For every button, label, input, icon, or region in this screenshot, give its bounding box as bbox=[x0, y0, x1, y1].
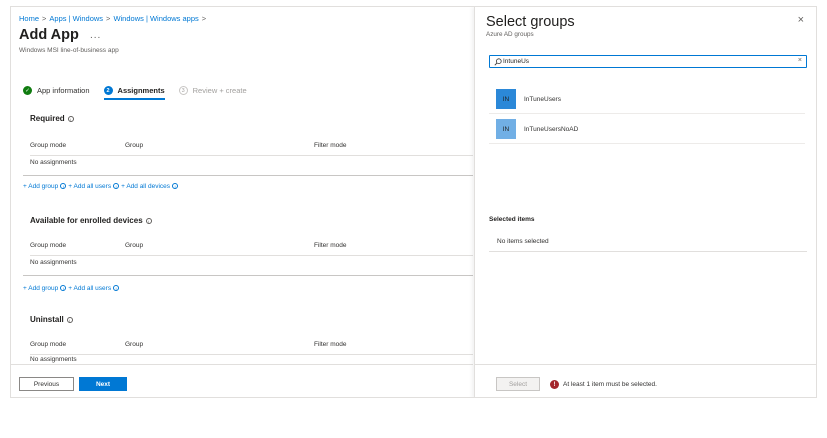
add-group-link[interactable]: + Add group bbox=[23, 183, 58, 190]
empty-state: No assignments bbox=[30, 356, 77, 363]
section-title-available: Available for enrolled devices i bbox=[30, 216, 152, 225]
empty-state: No assignments bbox=[30, 259, 77, 266]
panel-footer: Select ! At least 1 item must be selecte… bbox=[475, 364, 816, 397]
group-result-intuneusers[interactable]: IN InTuneUsers bbox=[489, 85, 805, 114]
group-result-intuneusersnoad[interactable]: IN InTuneUsersNoAD bbox=[489, 115, 805, 144]
add-all-users-link[interactable]: + Add all users bbox=[68, 183, 111, 190]
required-add-links: + Add group i + Add all users i + Add all de… bbox=[23, 183, 180, 190]
group-name: InTuneUsers bbox=[524, 95, 561, 103]
section-title-uninstall: Uninstall i bbox=[30, 315, 73, 324]
column-filter-mode: Filter mode bbox=[314, 341, 347, 348]
empty-state: No assignments bbox=[30, 159, 77, 166]
close-icon[interactable]: × bbox=[798, 14, 804, 26]
validation-message: At least 1 item must be selected. bbox=[563, 381, 657, 388]
step-review-create[interactable]: 3 Review + create bbox=[178, 86, 247, 95]
wizard-footer: Previous Next bbox=[11, 364, 473, 397]
step-label: Assignments bbox=[117, 86, 165, 95]
table-row: No assignments bbox=[30, 154, 473, 174]
panel-title: Select groups bbox=[486, 14, 575, 30]
section-title-text: Available for enrolled devices bbox=[30, 216, 143, 225]
page-subtitle: Windows MSI line-of-business app bbox=[19, 47, 119, 54]
info-icon[interactable]: i bbox=[60, 183, 67, 189]
selected-items-empty: No items selected bbox=[489, 231, 807, 252]
info-icon[interactable]: i bbox=[113, 285, 120, 291]
step-label: App information bbox=[37, 86, 90, 95]
select-groups-panel: Select groups Azure AD groups × × IN InT… bbox=[474, 7, 816, 397]
search-icon bbox=[492, 56, 503, 67]
breadcrumb-separator: > bbox=[201, 14, 207, 23]
available-add-links: + Add group i + Add all users i bbox=[23, 285, 121, 292]
breadcrumb-separator: > bbox=[42, 14, 47, 23]
step-number-icon: 2 bbox=[103, 86, 113, 95]
column-group: Group bbox=[125, 242, 144, 249]
section-title-required: Required i bbox=[30, 114, 74, 123]
info-icon[interactable]: i bbox=[145, 218, 152, 224]
table-header: Group mode Group Filter mode bbox=[30, 236, 473, 256]
column-group: Group bbox=[125, 341, 144, 348]
breadcrumb-apps-windows[interactable]: Apps | Windows bbox=[49, 14, 103, 23]
section-title-text: Uninstall bbox=[30, 315, 64, 324]
divider bbox=[23, 275, 473, 276]
breadcrumb-windows-apps[interactable]: Windows | Windows apps bbox=[113, 14, 198, 23]
divider bbox=[23, 175, 473, 176]
column-group: Group bbox=[125, 142, 144, 149]
table-header: Group mode Group Filter mode bbox=[30, 136, 473, 156]
wizard-steps: ✓ App information 2 Assignments 3 Review… bbox=[23, 86, 261, 100]
step-assignments[interactable]: 2 Assignments bbox=[103, 86, 165, 100]
column-group-mode: Group mode bbox=[30, 341, 67, 348]
select-button[interactable]: Select bbox=[496, 377, 540, 391]
panel-subtitle: Azure AD groups bbox=[486, 31, 534, 38]
clear-search-icon[interactable]: × bbox=[798, 57, 802, 64]
app-frame: Home > Apps | Windows > Windows | Windows ap… bbox=[10, 6, 817, 398]
page-title: Add App bbox=[19, 27, 79, 43]
table-row: No assignments bbox=[30, 254, 473, 274]
error-icon: ! bbox=[550, 380, 559, 389]
info-icon[interactable]: i bbox=[66, 317, 73, 323]
add-app-blade: Home > Apps | Windows > Windows | Windows ap… bbox=[11, 7, 473, 397]
avatar: IN bbox=[496, 89, 516, 109]
check-icon: ✓ bbox=[23, 86, 32, 95]
column-filter-mode: Filter mode bbox=[314, 142, 347, 149]
add-all-users-link[interactable]: + Add all users bbox=[68, 285, 111, 292]
breadcrumb-home[interactable]: Home bbox=[19, 14, 39, 23]
column-filter-mode: Filter mode bbox=[314, 242, 347, 249]
breadcrumb: Home > Apps | Windows > Windows | Windows ap… bbox=[19, 14, 209, 23]
add-all-devices-link[interactable]: + Add all devices bbox=[121, 183, 170, 190]
info-icon[interactable]: i bbox=[172, 183, 179, 189]
more-options-button[interactable]: ... bbox=[90, 30, 101, 41]
info-icon[interactable]: i bbox=[67, 116, 74, 122]
info-icon[interactable]: i bbox=[60, 285, 67, 291]
step-app-information[interactable]: ✓ App information bbox=[23, 86, 90, 95]
previous-button[interactable]: Previous bbox=[19, 377, 74, 391]
column-group-mode: Group mode bbox=[30, 242, 67, 249]
group-name: InTuneUsersNoAD bbox=[524, 125, 579, 133]
selected-items-title: Selected items bbox=[489, 216, 535, 223]
next-button[interactable]: Next bbox=[79, 377, 127, 391]
search-box: × bbox=[489, 55, 807, 68]
step-number-icon: 3 bbox=[178, 86, 188, 95]
section-title-text: Required bbox=[30, 114, 65, 123]
add-group-link[interactable]: + Add group bbox=[23, 285, 58, 292]
info-icon[interactable]: i bbox=[113, 183, 120, 189]
breadcrumb-separator: > bbox=[106, 14, 111, 23]
search-input[interactable] bbox=[503, 58, 793, 65]
avatar: IN bbox=[496, 119, 516, 139]
step-label: Review + create bbox=[192, 86, 247, 95]
column-group-mode: Group mode bbox=[30, 142, 67, 149]
